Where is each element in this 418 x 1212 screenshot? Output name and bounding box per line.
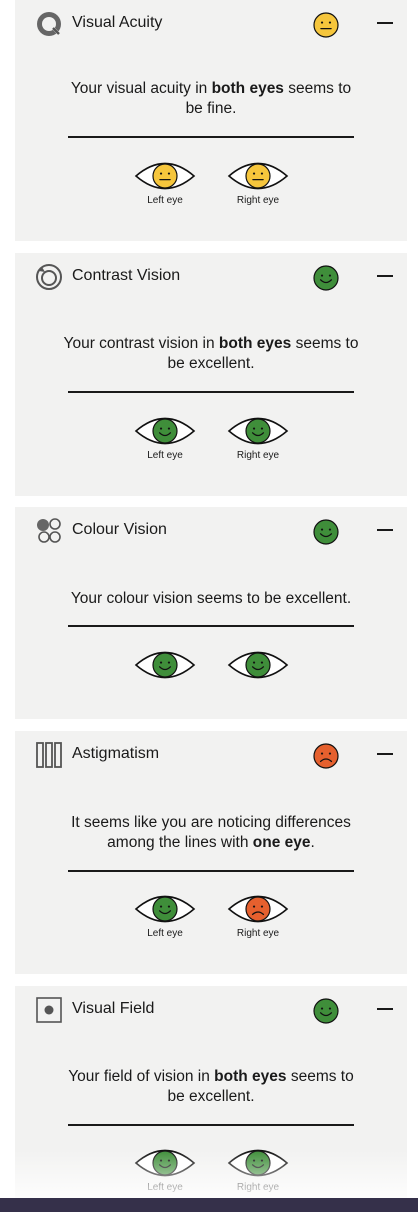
eye-icon	[134, 646, 196, 684]
card-header[interactable]: Visual Field	[15, 986, 407, 1032]
left-eye-result: Left eye	[134, 1144, 196, 1193]
card-header[interactable]: Colour Vision	[15, 507, 407, 553]
eye-label: Right eye	[236, 450, 280, 461]
result-card-contrast-vision: Contrast Vision Your contrast vision in …	[15, 253, 407, 496]
eye-label: Right eye	[236, 928, 280, 939]
left-eye-result: Left eye	[134, 157, 196, 206]
left-eye-result	[134, 646, 196, 684]
collapse-button[interactable]	[377, 529, 393, 531]
result-summary: Your contrast vision in both eyes seems …	[63, 335, 359, 372]
colour-vision-icon	[35, 517, 63, 545]
right-eye-result: Right eye	[227, 890, 289, 939]
right-eye-result: Right eye	[227, 412, 289, 461]
result-card-visual-acuity: Visual Acuity Your visual acuity in both…	[15, 0, 407, 241]
eye-label: Left eye	[147, 195, 183, 206]
right-eye-result	[227, 646, 289, 684]
eye-icon	[227, 890, 289, 928]
right-eye-result: Right eye	[227, 157, 289, 206]
visual-field-icon	[35, 996, 63, 1024]
card-title: Visual Acuity	[72, 14, 163, 31]
divider	[68, 1124, 354, 1126]
astigmatism-icon	[35, 741, 63, 769]
card-title: Contrast Vision	[72, 267, 181, 284]
card-header[interactable]: Visual Acuity	[15, 0, 407, 46]
result-summary: Your field of vision in both eyes seems …	[68, 1068, 354, 1105]
result-summary: Your visual acuity in both eyes seems to…	[70, 80, 352, 117]
status-face-icon	[312, 742, 340, 770]
eye-label: Right eye	[236, 195, 280, 206]
eye-icon	[227, 157, 289, 195]
divider	[68, 625, 354, 627]
right-eye-result: Right eye	[227, 1144, 289, 1193]
status-face-icon	[312, 518, 340, 546]
visual-acuity-icon	[35, 10, 63, 38]
card-title: Astigmatism	[72, 745, 160, 762]
eye-label: Left eye	[147, 1182, 183, 1193]
divider	[68, 391, 354, 393]
eye-icon	[134, 1144, 196, 1182]
card-header[interactable]: Contrast Vision	[15, 253, 407, 299]
result-card-astigmatism: Astigmatism It seems like you are notici…	[15, 731, 407, 974]
card-header[interactable]: Astigmatism	[15, 731, 407, 777]
left-eye-result: Left eye	[134, 890, 196, 939]
eye-icon	[227, 646, 289, 684]
card-title: Visual Field	[72, 1000, 155, 1017]
result-card-visual-field: Visual Field Your field of vision in bot…	[15, 986, 407, 1212]
status-face-icon	[312, 264, 340, 292]
eye-icon	[227, 1144, 289, 1182]
contrast-vision-icon	[35, 263, 63, 291]
result-summary: Your colour vision seems to be excellent…	[70, 590, 352, 607]
status-face-icon	[312, 997, 340, 1025]
result-summary: It seems like you are noticing differenc…	[71, 814, 351, 851]
eye-icon	[134, 890, 196, 928]
eye-icon	[134, 412, 196, 450]
eye-icon	[227, 412, 289, 450]
divider	[68, 136, 354, 138]
eye-label: Right eye	[236, 1182, 280, 1193]
divider	[68, 870, 354, 872]
eye-label: Left eye	[147, 928, 183, 939]
result-card-colour-vision: Colour Vision Your colour vision seems t…	[15, 507, 407, 719]
card-title: Colour Vision	[72, 521, 167, 538]
bottom-bar	[0, 1198, 418, 1212]
eye-label: Left eye	[147, 450, 183, 461]
collapse-button[interactable]	[377, 22, 393, 24]
collapse-button[interactable]	[377, 275, 393, 277]
eye-icon	[134, 157, 196, 195]
status-face-icon	[312, 11, 340, 39]
collapse-button[interactable]	[377, 1008, 393, 1010]
collapse-button[interactable]	[377, 753, 393, 755]
left-eye-result: Left eye	[134, 412, 196, 461]
